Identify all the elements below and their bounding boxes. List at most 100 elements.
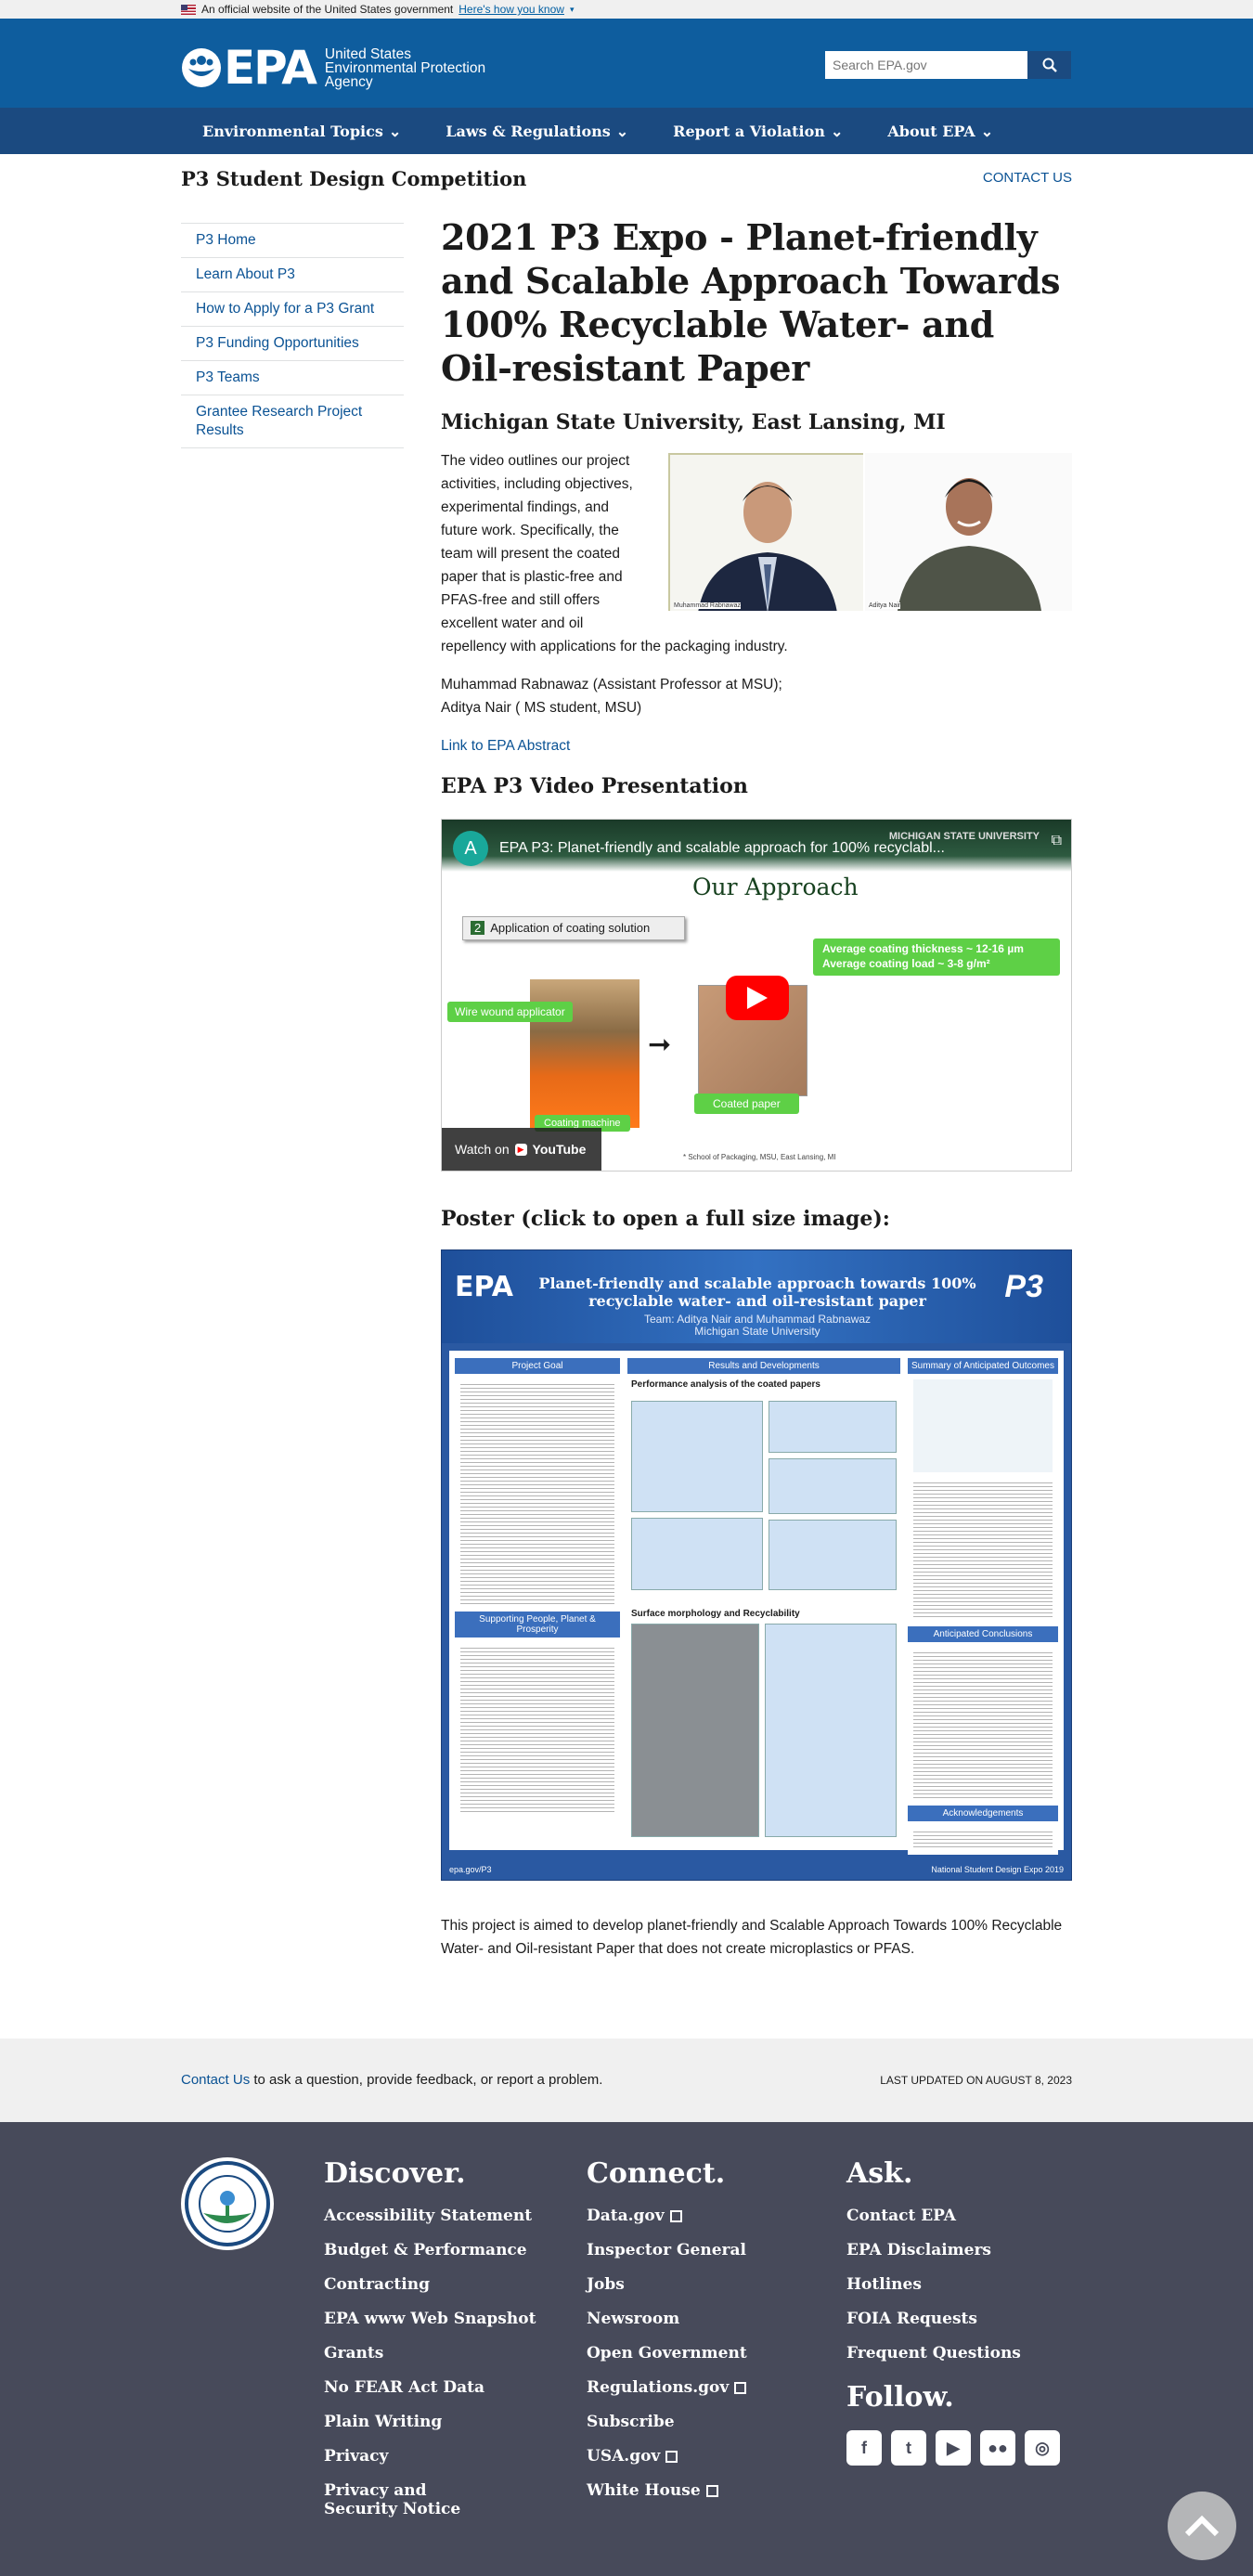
footer-link[interactable]: Subscribe bbox=[587, 2413, 747, 2431]
sidebar-item-teams[interactable]: P3 Teams bbox=[181, 360, 404, 395]
footer-link[interactable]: EPA www Web Snapshot bbox=[324, 2310, 536, 2328]
nav-about-epa[interactable]: About EPA ⌄ bbox=[887, 123, 993, 140]
copy-link-icon[interactable]: ⧉ bbox=[1052, 833, 1062, 849]
team-member-1: Muhammad Rabnawaz (Assistant Professor a… bbox=[441, 677, 782, 693]
msu-wordmark: MICHIGAN STATE UNIVERSITY bbox=[888, 831, 1040, 842]
ask-heading: Ask. bbox=[846, 2157, 913, 2190]
nav-label: Report a Violation bbox=[673, 122, 825, 140]
watch-on-youtube[interactable]: Watch on ▶ YouTube bbox=[442, 1128, 601, 1171]
poster-image[interactable]: EPA Planet-friendly and scalable approac… bbox=[441, 1249, 1072, 1881]
poster-footer-right: National Student Design Expo 2019 bbox=[931, 1865, 1064, 1874]
site-header: EPA United States Environmental Protecti… bbox=[0, 19, 1253, 108]
footer-link[interactable]: Privacy and Security Notice bbox=[324, 2481, 491, 2518]
footer-link[interactable]: FOIA Requests bbox=[846, 2310, 1060, 2328]
feedback-text: to ask a question, provide feedback, or … bbox=[250, 2072, 603, 2088]
channel-avatar[interactable]: A bbox=[453, 831, 488, 866]
logo-text: EPA bbox=[224, 41, 317, 95]
nav-laws-regulations[interactable]: Laws & Regulations ⌄ bbox=[446, 123, 628, 140]
feedback-bar: Contact Us to ask a question, provide fe… bbox=[0, 2039, 1253, 2122]
sidebar-item-how-to-apply[interactable]: How to Apply for a P3 Grant bbox=[181, 291, 404, 326]
poster-text-block bbox=[913, 1829, 1053, 1847]
social-icons: f t ▶ ●● ◎ bbox=[846, 2430, 1060, 2466]
poster-authors: Team: Aditya Nair and Muhammad Rabnawaz M… bbox=[535, 1314, 980, 1338]
epa-abstract-link[interactable]: Link to EPA Abstract bbox=[441, 738, 570, 754]
sidebar-nav: P3 Home Learn About P3 How to Apply for … bbox=[181, 223, 404, 448]
footer-link[interactable]: No FEAR Act Data bbox=[324, 2378, 536, 2397]
poster-title: Planet-friendly and scalable approach to… bbox=[538, 1275, 976, 1310]
facebook-icon[interactable]: f bbox=[846, 2430, 882, 2466]
nav-report-violation[interactable]: Report a Violation ⌄ bbox=[673, 123, 843, 140]
sidebar-item-learn-about[interactable]: Learn About P3 bbox=[181, 257, 404, 291]
arrow-right-icon: ➞ bbox=[648, 1029, 672, 1060]
slide-footer: * School of Packaging, MSU, East Lansing… bbox=[683, 1153, 836, 1161]
poster-chart bbox=[769, 1401, 897, 1453]
poster-heading: Poster (click to open a full size image)… bbox=[441, 1207, 890, 1231]
footer-discover: Discover. Accessibility Statement Budget… bbox=[324, 2157, 536, 2534]
poster-section-acknowledgements: Acknowledgements bbox=[908, 1806, 1058, 1821]
contact-us-footer-link[interactable]: Contact Us bbox=[181, 2072, 250, 2088]
epa-seal-icon[interactable] bbox=[181, 2157, 274, 2250]
search-input[interactable] bbox=[825, 51, 1027, 79]
heres-how-you-know-link[interactable]: Here's how you know bbox=[459, 3, 564, 16]
sidebar-item-p3-home[interactable]: P3 Home bbox=[181, 223, 404, 257]
footer-link[interactable]: Budget & Performance bbox=[324, 2241, 536, 2259]
flickr-icon[interactable]: ●● bbox=[980, 2430, 1015, 2466]
nav-environmental-topics[interactable]: Environmental Topics ⌄ bbox=[202, 123, 401, 140]
chevron-down-icon: ⌄ bbox=[980, 122, 994, 140]
footer-link[interactable]: Contact EPA bbox=[846, 2207, 1060, 2225]
section-title: P3 Student Design Competition bbox=[181, 167, 527, 190]
footer-link[interactable]: Regulations.gov bbox=[587, 2378, 747, 2397]
link-label: Data.gov bbox=[587, 2207, 665, 2225]
footer-link[interactable]: Newsroom bbox=[587, 2310, 747, 2328]
poster-section-results: Results and Developments bbox=[627, 1358, 900, 1374]
poster-text-block bbox=[460, 1645, 614, 1812]
agency-name: United States Environmental Protection A… bbox=[324, 45, 486, 90]
poster-epa-logo: EPA bbox=[455, 1271, 513, 1303]
epa-logo[interactable]: EPA United States Environmental Protecti… bbox=[181, 41, 492, 95]
footer-ask: Ask. Contact EPA EPA Disclaimers Hotline… bbox=[846, 2157, 1060, 2466]
gov-banner: An official website of the United States… bbox=[0, 0, 1253, 19]
poster-sem-image bbox=[631, 1624, 759, 1837]
poster-chart bbox=[769, 1458, 897, 1514]
search-button[interactable] bbox=[1027, 51, 1071, 79]
footer-link[interactable]: Accessibility Statement bbox=[324, 2207, 536, 2225]
footer-link[interactable]: Inspector General bbox=[587, 2241, 747, 2259]
footer-link[interactable]: Grants bbox=[324, 2344, 536, 2362]
poster-text-block bbox=[913, 1480, 1053, 1619]
video-title[interactable]: EPA P3: Planet-friendly and scalable app… bbox=[499, 840, 945, 857]
footer-link[interactable]: Frequent Questions bbox=[846, 2344, 1060, 2362]
slide-step-label: 2 Application of coating solution bbox=[462, 916, 685, 940]
sidebar-item-grantee-results[interactable]: Grantee Research Project Results bbox=[181, 395, 404, 448]
footer-link[interactable]: Plain Writing bbox=[324, 2413, 536, 2431]
twitter-icon[interactable]: t bbox=[891, 2430, 926, 2466]
footer-link[interactable]: Open Government bbox=[587, 2344, 747, 2362]
play-button[interactable] bbox=[726, 976, 789, 1020]
footer-link[interactable]: Contracting bbox=[324, 2275, 536, 2294]
back-to-top-button[interactable] bbox=[1168, 2492, 1236, 2560]
contact-us-link[interactable]: CONTACT US bbox=[983, 170, 1072, 186]
poster-bar-chart bbox=[631, 1401, 763, 1512]
poster-text-block bbox=[460, 1381, 614, 1604]
footer-link[interactable]: EPA Disclaimers bbox=[846, 2241, 1060, 2259]
footer-link[interactable]: Jobs bbox=[587, 2275, 747, 2294]
video-player[interactable]: A EPA P3: Planet-friendly and scalable a… bbox=[441, 819, 1072, 1171]
search-icon bbox=[1042, 58, 1057, 72]
external-link-icon bbox=[705, 2485, 718, 2497]
footer-link[interactable]: Data.gov bbox=[587, 2207, 747, 2225]
poster-chart bbox=[769, 1520, 897, 1590]
footer-link[interactable]: White House bbox=[587, 2481, 747, 2500]
footer-link[interactable]: USA.gov bbox=[587, 2447, 747, 2466]
team-member-2: Aditya Nair ( MS student, MSU) bbox=[441, 700, 642, 716]
epa-flower-icon bbox=[182, 48, 221, 87]
youtube-label: YouTube bbox=[532, 1142, 587, 1157]
us-flag-icon bbox=[181, 4, 196, 15]
discover-heading: Discover. bbox=[324, 2157, 466, 2190]
poster-section-goal: Project Goal bbox=[455, 1358, 620, 1374]
sidebar-item-funding[interactable]: P3 Funding Opportunities bbox=[181, 326, 404, 360]
instagram-icon[interactable]: ◎ bbox=[1025, 2430, 1060, 2466]
footer-link[interactable]: Hotlines bbox=[846, 2275, 1060, 2294]
youtube-icon[interactable]: ▶ bbox=[936, 2430, 971, 2466]
slide-title: Our Approach bbox=[692, 874, 859, 900]
footer-link[interactable]: Privacy bbox=[324, 2447, 536, 2466]
p3-logo: P3 bbox=[1004, 1269, 1043, 1304]
